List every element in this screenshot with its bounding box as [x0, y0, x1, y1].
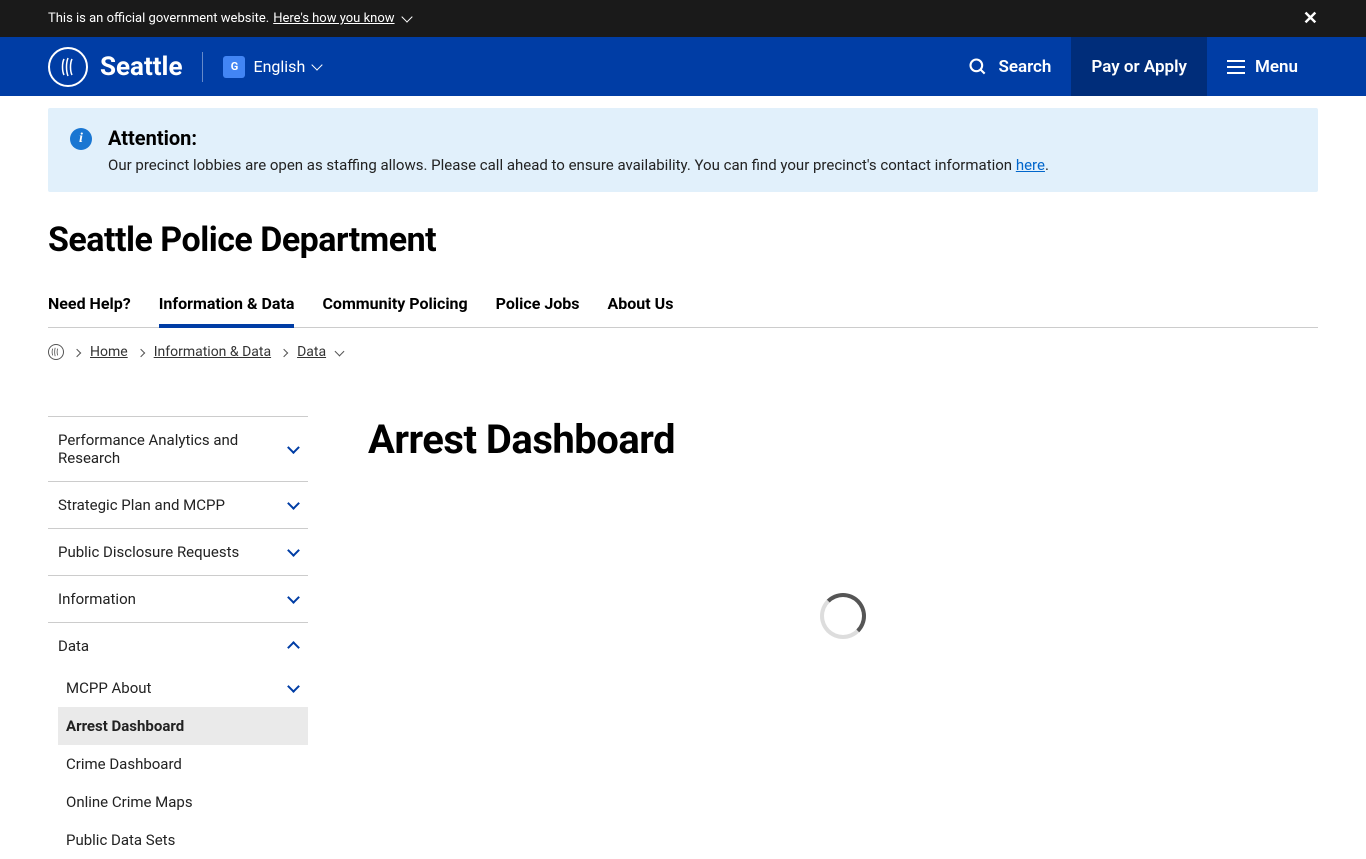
sidebar-sub-mcpp[interactable]: MCPP About — [58, 669, 308, 707]
breadcrumb: Home Information & Data Data — [48, 328, 1318, 376]
translate-icon: G — [223, 56, 245, 78]
hamburger-icon — [1227, 60, 1245, 74]
sidebar-item-strategic[interactable]: Strategic Plan and MCPP — [48, 481, 308, 528]
alert-banner: i Attention: Our precinct lobbies are op… — [48, 108, 1318, 192]
alert-title: Attention: — [108, 126, 1049, 150]
info-icon: i — [70, 128, 92, 150]
chevron-right-icon — [280, 348, 288, 356]
sidebar-item-disclosure[interactable]: Public Disclosure Requests — [48, 528, 308, 575]
department-title: Seattle Police Department — [48, 220, 1318, 260]
page-tabs: Need Help? Information & Data Community … — [48, 284, 1318, 328]
chevron-down-icon — [287, 544, 300, 557]
chevron-down-icon — [287, 680, 300, 693]
tab-information-data[interactable]: Information & Data — [159, 284, 295, 327]
tab-police-jobs[interactable]: Police Jobs — [496, 284, 580, 327]
sidebar-item-label: Strategic Plan and MCPP — [58, 496, 225, 514]
chevron-right-icon — [73, 348, 81, 356]
sidebar-sub-crime-dashboard[interactable]: Crime Dashboard — [58, 745, 308, 783]
page-heading: Arrest Dashboard — [368, 416, 1318, 463]
sidebar-item-data[interactable]: Data — [48, 622, 308, 669]
sidebar-sub-arrest-dashboard[interactable]: Arrest Dashboard — [58, 707, 308, 745]
pay-apply-button[interactable]: Pay or Apply — [1071, 37, 1207, 96]
close-icon[interactable]: ✕ — [1303, 8, 1318, 29]
sidebar-item-label: Arrest Dashboard — [66, 717, 184, 735]
chevron-right-icon — [136, 348, 144, 356]
gov-banner-text: This is an official government website. — [48, 11, 269, 26]
pay-apply-label: Pay or Apply — [1091, 57, 1187, 77]
breadcrumb-home[interactable]: Home — [90, 344, 128, 360]
language-selector[interactable]: G English — [223, 56, 321, 78]
sidebar-item-label: Data — [58, 637, 89, 655]
gov-banner-link[interactable]: Here's how you know — [273, 11, 394, 26]
sidebar-sub-online-crime-maps[interactable]: Online Crime Maps — [58, 783, 308, 821]
sidebar-item-label: Crime Dashboard — [66, 755, 182, 773]
search-label: Search — [998, 57, 1051, 77]
menu-button[interactable]: Menu — [1207, 37, 1318, 96]
chevron-down-icon[interactable] — [335, 346, 345, 356]
gov-banner: This is an official government website. … — [0, 0, 1366, 37]
chevron-down-icon — [312, 59, 323, 70]
tab-need-help[interactable]: Need Help? — [48, 284, 131, 327]
sidebar-item-label: Public Data Sets — [66, 831, 175, 849]
chevron-down-icon — [287, 497, 300, 510]
sidebar-item-label: MCPP About — [66, 679, 151, 697]
alert-link[interactable]: here — [1016, 156, 1045, 174]
sidebar-item-information[interactable]: Information — [48, 575, 308, 622]
search-button[interactable]: Search — [948, 37, 1071, 96]
menu-label: Menu — [1255, 57, 1298, 77]
loading-spinner-icon — [820, 593, 866, 639]
sidebar: Performance Analytics and Research Strat… — [48, 416, 308, 859]
chevron-up-icon — [287, 641, 300, 654]
divider — [202, 52, 203, 82]
logo-area[interactable]: Seattle — [48, 47, 182, 87]
sidebar-item-label: Information — [58, 590, 136, 608]
chevron-down-icon — [287, 591, 300, 604]
search-icon — [968, 57, 988, 77]
main-content: Arrest Dashboard — [368, 416, 1318, 859]
chevron-down-icon — [401, 11, 412, 22]
city-name: Seattle — [100, 52, 182, 82]
sidebar-item-label: Online Crime Maps — [66, 793, 193, 811]
language-label: English — [253, 57, 305, 76]
breadcrumb-info-data[interactable]: Information & Data — [154, 344, 271, 360]
sidebar-sub-public-data-sets[interactable]: Public Data Sets — [58, 821, 308, 859]
breadcrumb-data[interactable]: Data — [297, 344, 326, 360]
alert-message: Our precinct lobbies are open as staffin… — [108, 156, 1049, 174]
city-seal-icon — [48, 47, 88, 87]
sidebar-item-label: Performance Analytics and Research — [58, 431, 289, 467]
tab-about-us[interactable]: About Us — [608, 284, 674, 327]
home-icon[interactable] — [48, 344, 64, 360]
sidebar-item-label: Public Disclosure Requests — [58, 543, 239, 561]
tab-community-policing[interactable]: Community Policing — [322, 284, 467, 327]
sidebar-item-performance[interactable]: Performance Analytics and Research — [48, 416, 308, 481]
top-nav: Seattle G English Search Pay or Apply Me… — [0, 37, 1366, 96]
